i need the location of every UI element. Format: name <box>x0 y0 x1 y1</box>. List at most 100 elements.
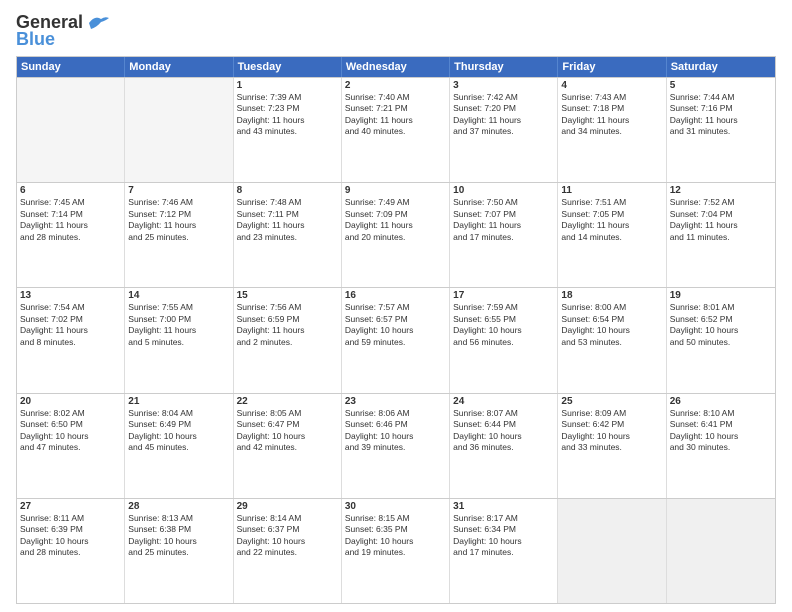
logo-bird-icon <box>87 15 109 31</box>
cell-info-line: Daylight: 11 hours <box>670 220 772 231</box>
calendar-week-2: 6Sunrise: 7:45 AMSunset: 7:14 PMDaylight… <box>17 182 775 287</box>
cell-info-line: Sunset: 7:16 PM <box>670 103 772 114</box>
day-number: 3 <box>453 80 554 91</box>
header-day-friday: Friday <box>558 57 666 77</box>
cell-info-line: Sunset: 7:21 PM <box>345 103 446 114</box>
day-number: 4 <box>561 80 662 91</box>
cell-info-line: and 23 minutes. <box>237 232 338 243</box>
header-day-sunday: Sunday <box>17 57 125 77</box>
calendar-cell: 2Sunrise: 7:40 AMSunset: 7:21 PMDaylight… <box>342 78 450 182</box>
calendar-cell: 11Sunrise: 7:51 AMSunset: 7:05 PMDayligh… <box>558 183 666 287</box>
cell-info-line: Sunset: 6:47 PM <box>237 419 338 430</box>
calendar-cell: 20Sunrise: 8:02 AMSunset: 6:50 PMDayligh… <box>17 394 125 498</box>
day-number: 1 <box>237 80 338 91</box>
cell-info-line: and 19 minutes. <box>345 547 446 558</box>
cell-info-line: and 17 minutes. <box>453 232 554 243</box>
day-number: 6 <box>20 185 121 196</box>
cell-info-line: Sunset: 7:04 PM <box>670 209 772 220</box>
cell-info-line: and 28 minutes. <box>20 232 121 243</box>
cell-info-line: Daylight: 10 hours <box>561 431 662 442</box>
cell-info-line: and 56 minutes. <box>453 337 554 348</box>
calendar-week-5: 27Sunrise: 8:11 AMSunset: 6:39 PMDayligh… <box>17 498 775 603</box>
cell-info-line: Sunrise: 7:57 AM <box>345 302 446 313</box>
calendar: SundayMondayTuesdayWednesdayThursdayFrid… <box>16 56 776 604</box>
header-day-saturday: Saturday <box>667 57 775 77</box>
cell-info-line: Daylight: 10 hours <box>128 536 229 547</box>
cell-info-line: Sunset: 6:55 PM <box>453 314 554 325</box>
calendar-cell: 25Sunrise: 8:09 AMSunset: 6:42 PMDayligh… <box>558 394 666 498</box>
day-number: 11 <box>561 185 662 196</box>
cell-info-line: Daylight: 10 hours <box>128 431 229 442</box>
cell-info-line: Sunset: 7:23 PM <box>237 103 338 114</box>
cell-info-line: Sunrise: 7:39 AM <box>237 92 338 103</box>
day-number: 20 <box>20 396 121 407</box>
cell-info-line: Daylight: 10 hours <box>345 536 446 547</box>
calendar-cell: 22Sunrise: 8:05 AMSunset: 6:47 PMDayligh… <box>234 394 342 498</box>
cell-info-line: Daylight: 11 hours <box>20 220 121 231</box>
cell-info-line: and 22 minutes. <box>237 547 338 558</box>
calendar-cell: 14Sunrise: 7:55 AMSunset: 7:00 PMDayligh… <box>125 288 233 392</box>
cell-info-line: Sunset: 7:09 PM <box>345 209 446 220</box>
header-day-tuesday: Tuesday <box>234 57 342 77</box>
day-number: 13 <box>20 290 121 301</box>
day-number: 15 <box>237 290 338 301</box>
calendar-cell: 4Sunrise: 7:43 AMSunset: 7:18 PMDaylight… <box>558 78 666 182</box>
cell-info-line: and 5 minutes. <box>128 337 229 348</box>
day-number: 26 <box>670 396 772 407</box>
calendar-cell: 31Sunrise: 8:17 AMSunset: 6:34 PMDayligh… <box>450 499 558 603</box>
cell-info-line: Sunrise: 7:48 AM <box>237 197 338 208</box>
cell-info-line: Daylight: 11 hours <box>20 325 121 336</box>
cell-info-line: Sunset: 6:46 PM <box>345 419 446 430</box>
day-number: 18 <box>561 290 662 301</box>
calendar-cell: 6Sunrise: 7:45 AMSunset: 7:14 PMDaylight… <box>17 183 125 287</box>
calendar-week-3: 13Sunrise: 7:54 AMSunset: 7:02 PMDayligh… <box>17 287 775 392</box>
calendar-cell: 1Sunrise: 7:39 AMSunset: 7:23 PMDaylight… <box>234 78 342 182</box>
cell-info-line: and 36 minutes. <box>453 442 554 453</box>
cell-info-line: Sunset: 7:20 PM <box>453 103 554 114</box>
cell-info-line: and 28 minutes. <box>20 547 121 558</box>
cell-info-line: Sunrise: 7:50 AM <box>453 197 554 208</box>
cell-info-line: Sunset: 7:02 PM <box>20 314 121 325</box>
cell-info-line: Daylight: 11 hours <box>237 325 338 336</box>
cell-info-line: Daylight: 10 hours <box>237 431 338 442</box>
cell-info-line: and 11 minutes. <box>670 232 772 243</box>
cell-info-line: Daylight: 11 hours <box>453 115 554 126</box>
logo: General Blue <box>16 12 109 50</box>
calendar-cell: 18Sunrise: 8:00 AMSunset: 6:54 PMDayligh… <box>558 288 666 392</box>
cell-info-line: Sunrise: 7:40 AM <box>345 92 446 103</box>
cell-info-line: Sunrise: 8:14 AM <box>237 513 338 524</box>
calendar-cell <box>17 78 125 182</box>
day-number: 14 <box>128 290 229 301</box>
cell-info-line: Daylight: 10 hours <box>453 536 554 547</box>
cell-info-line: Sunset: 7:18 PM <box>561 103 662 114</box>
day-number: 23 <box>345 396 446 407</box>
day-number: 25 <box>561 396 662 407</box>
calendar-cell <box>667 499 775 603</box>
calendar-cell: 12Sunrise: 7:52 AMSunset: 7:04 PMDayligh… <box>667 183 775 287</box>
cell-info-line: Sunset: 6:54 PM <box>561 314 662 325</box>
cell-info-line: and 39 minutes. <box>345 442 446 453</box>
day-number: 7 <box>128 185 229 196</box>
cell-info-line: Sunrise: 7:46 AM <box>128 197 229 208</box>
cell-info-line: Sunset: 7:07 PM <box>453 209 554 220</box>
cell-info-line: Daylight: 11 hours <box>237 115 338 126</box>
cell-info-line: Sunset: 6:38 PM <box>128 524 229 535</box>
calendar-cell: 21Sunrise: 8:04 AMSunset: 6:49 PMDayligh… <box>125 394 233 498</box>
cell-info-line: Sunrise: 8:01 AM <box>670 302 772 313</box>
day-number: 24 <box>453 396 554 407</box>
cell-info-line: Sunrise: 8:07 AM <box>453 408 554 419</box>
day-number: 2 <box>345 80 446 91</box>
calendar-header: SundayMondayTuesdayWednesdayThursdayFrid… <box>17 57 775 77</box>
calendar-cell: 15Sunrise: 7:56 AMSunset: 6:59 PMDayligh… <box>234 288 342 392</box>
header: General Blue <box>16 12 776 50</box>
calendar-cell: 3Sunrise: 7:42 AMSunset: 7:20 PMDaylight… <box>450 78 558 182</box>
cell-info-line: Sunset: 6:34 PM <box>453 524 554 535</box>
cell-info-line: Sunset: 6:59 PM <box>237 314 338 325</box>
cell-info-line: Sunset: 6:35 PM <box>345 524 446 535</box>
calendar-cell: 23Sunrise: 8:06 AMSunset: 6:46 PMDayligh… <box>342 394 450 498</box>
cell-info-line: Daylight: 10 hours <box>670 325 772 336</box>
cell-info-line: Sunrise: 8:04 AM <box>128 408 229 419</box>
cell-info-line: Sunrise: 8:05 AM <box>237 408 338 419</box>
cell-info-line: Sunset: 6:50 PM <box>20 419 121 430</box>
calendar-cell: 24Sunrise: 8:07 AMSunset: 6:44 PMDayligh… <box>450 394 558 498</box>
